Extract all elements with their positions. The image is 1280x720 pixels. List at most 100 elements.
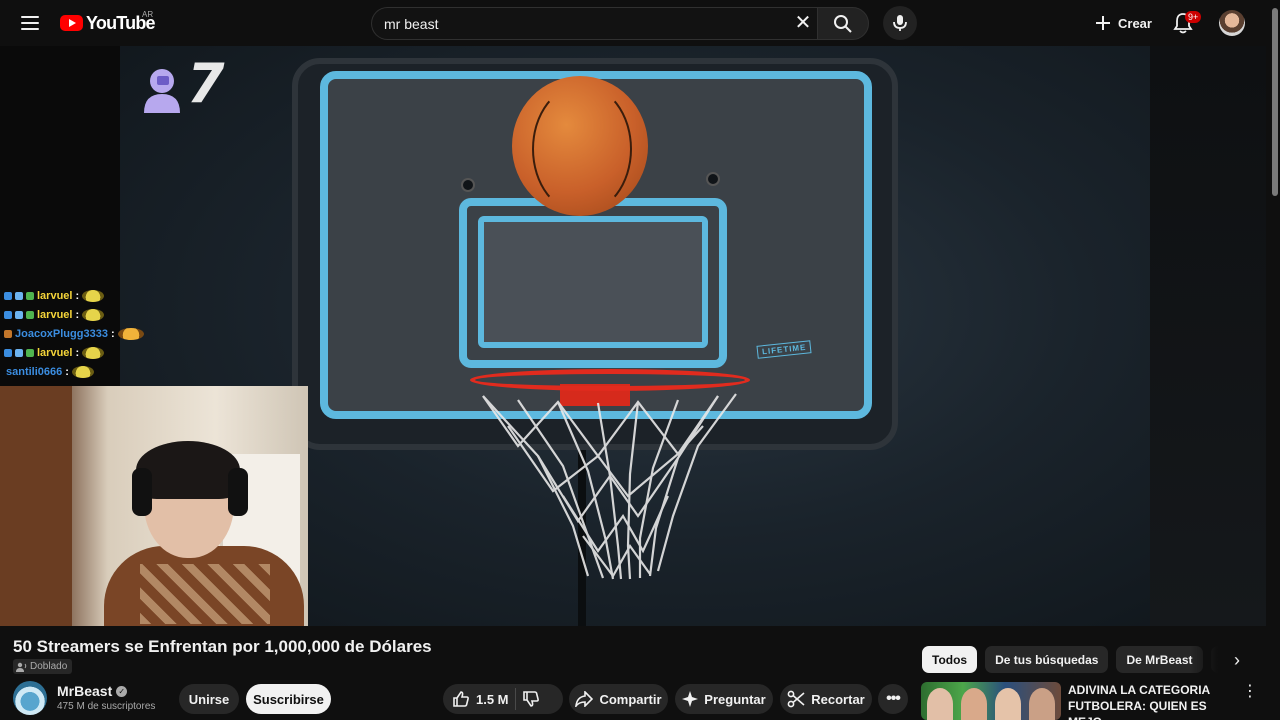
share-icon <box>575 691 594 707</box>
subscriber-count: 475 M de suscriptores <box>57 701 156 712</box>
search-button[interactable] <box>817 7 869 40</box>
chat-badge-icon <box>26 310 34 319</box>
more-actions-button[interactable]: ••• <box>878 684 908 714</box>
chat-badge-icon <box>15 348 23 357</box>
chat-separator: : <box>110 327 115 340</box>
person-voice-icon <box>16 662 27 672</box>
chat-message: larvuel: <box>0 286 200 305</box>
chat-separator: : <box>75 346 80 359</box>
notifications-badge: 9+ <box>1185 11 1202 23</box>
chat-badge-icon <box>4 291 12 300</box>
ask-label: Preguntar <box>704 691 766 707</box>
chat-user: larvuel <box>37 346 73 359</box>
dislike-button[interactable] <box>522 690 540 708</box>
recommendation-thumbnail[interactable] <box>921 682 1061 720</box>
subscribe-label: Suscribirse <box>253 691 324 707</box>
youtube-logo[interactable]: YouTube <box>60 13 156 33</box>
chip-all[interactable]: Todos <box>922 646 978 673</box>
bolt <box>706 172 720 186</box>
ask-button[interactable]: Preguntar <box>675 684 773 714</box>
account-avatar[interactable] <box>1219 10 1245 36</box>
microphone-icon <box>893 15 907 31</box>
channel-name: MrBeast <box>57 683 113 699</box>
chevron-right-icon[interactable]: › <box>1226 650 1248 672</box>
chips-fade <box>1190 646 1260 673</box>
emote-icon <box>82 289 105 302</box>
chat-user: santili0666 <box>6 365 63 378</box>
search-input[interactable] <box>372 8 817 39</box>
thumbnail-face <box>995 688 1021 720</box>
chat-user: JoacoxPlugg3333 <box>15 327 108 340</box>
channel-name-link[interactable]: MrBeast ✓ <box>57 683 128 699</box>
emote-icon <box>71 365 94 378</box>
sparkle-icon <box>682 691 699 707</box>
chat-separator: : <box>75 289 80 302</box>
webcam-sweater <box>140 564 270 624</box>
share-button[interactable]: Compartir <box>569 684 668 714</box>
subscribe-button[interactable]: Suscribirse <box>246 684 331 714</box>
menu-icon[interactable] <box>18 11 42 35</box>
like-divider <box>514 688 516 710</box>
scrollbar-thumb[interactable] <box>1272 8 1278 196</box>
create-button[interactable]: Crear <box>1086 6 1164 40</box>
recommendation-title[interactable]: ADIVINA LA CATEGORIA FUTBOLERA: QUIEN ES… <box>1068 682 1238 720</box>
dubbed-label: Doblado <box>30 661 68 672</box>
vertical-dots-icon[interactable]: ⋮ <box>1242 683 1258 701</box>
chat-badge-icon <box>15 310 23 319</box>
more-horizontal-icon: ••• <box>886 690 901 707</box>
thumbnail-face <box>961 688 987 720</box>
basketball <box>512 76 648 216</box>
backboard-target <box>478 216 708 348</box>
chat-badge-icon <box>4 310 12 319</box>
chat-message: JoacoxPlugg3333: <box>0 324 200 343</box>
headphone-icon <box>132 468 152 516</box>
chat-user: larvuel <box>37 308 73 321</box>
country-code: AR <box>142 10 154 19</box>
chat-separator: : <box>75 308 80 321</box>
clip-label: Recortar <box>811 691 865 707</box>
like-count: 1.5 M <box>476 691 509 707</box>
like-button[interactable]: 1.5 M <box>452 690 509 708</box>
share-label: Compartir <box>599 691 662 707</box>
emote-icon <box>82 308 105 321</box>
chat-message: larvuel: <box>0 305 200 324</box>
chat-message: santili0666: <box>0 362 200 381</box>
chat-message: larvuel: <box>0 343 200 362</box>
channel-avatar[interactable] <box>13 681 47 715</box>
join-label: Unirse <box>188 691 230 707</box>
stream-chat-overlay: larvuel: larvuel: JoacoxPlugg3333: larvu… <box>0 286 200 381</box>
search-box <box>371 7 817 40</box>
create-label: Crear <box>1118 15 1152 31</box>
chat-separator: : <box>65 365 69 378</box>
thumbs-down-icon <box>522 691 539 707</box>
thumbs-up-icon <box>453 691 469 707</box>
verified-check-icon: ✓ <box>116 685 128 697</box>
like-dislike-group: 1.5 M <box>443 684 563 714</box>
dubbed-badge: Doblado <box>13 659 73 674</box>
emote-icon <box>82 346 105 359</box>
webcam-overlay <box>0 386 308 626</box>
top-header: YouTube AR ✕ Crear 9+ <box>0 0 1280 46</box>
chat-user: larvuel <box>37 289 73 302</box>
video-player[interactable]: LIFETIME 7 larvuel: larvuel: JoacoxPlug… <box>0 46 1266 626</box>
chat-badge-icon <box>4 348 12 357</box>
search-icon <box>834 14 852 33</box>
plus-icon <box>1096 16 1110 30</box>
chat-badge-icon <box>26 291 34 300</box>
chip-from-searches[interactable]: De tus búsquedas <box>985 646 1109 673</box>
voice-search-button[interactable] <box>883 6 917 40</box>
thumbnail-face <box>927 688 953 720</box>
join-button[interactable]: Unirse <box>179 684 239 714</box>
thumbnail-face <box>1029 688 1055 720</box>
chat-badge-icon <box>4 329 12 338</box>
youtube-play-icon <box>60 15 83 31</box>
webcam-door <box>0 386 72 626</box>
overlay-number: 7 <box>187 52 225 115</box>
clear-search-icon[interactable]: ✕ <box>792 12 814 34</box>
clip-button[interactable]: Recortar <box>780 684 872 714</box>
bolt <box>461 178 475 192</box>
chat-badge-icon <box>26 348 34 357</box>
emote-icon <box>117 327 144 340</box>
chat-badge-icon <box>15 291 23 300</box>
video-side-bar <box>1150 46 1266 626</box>
